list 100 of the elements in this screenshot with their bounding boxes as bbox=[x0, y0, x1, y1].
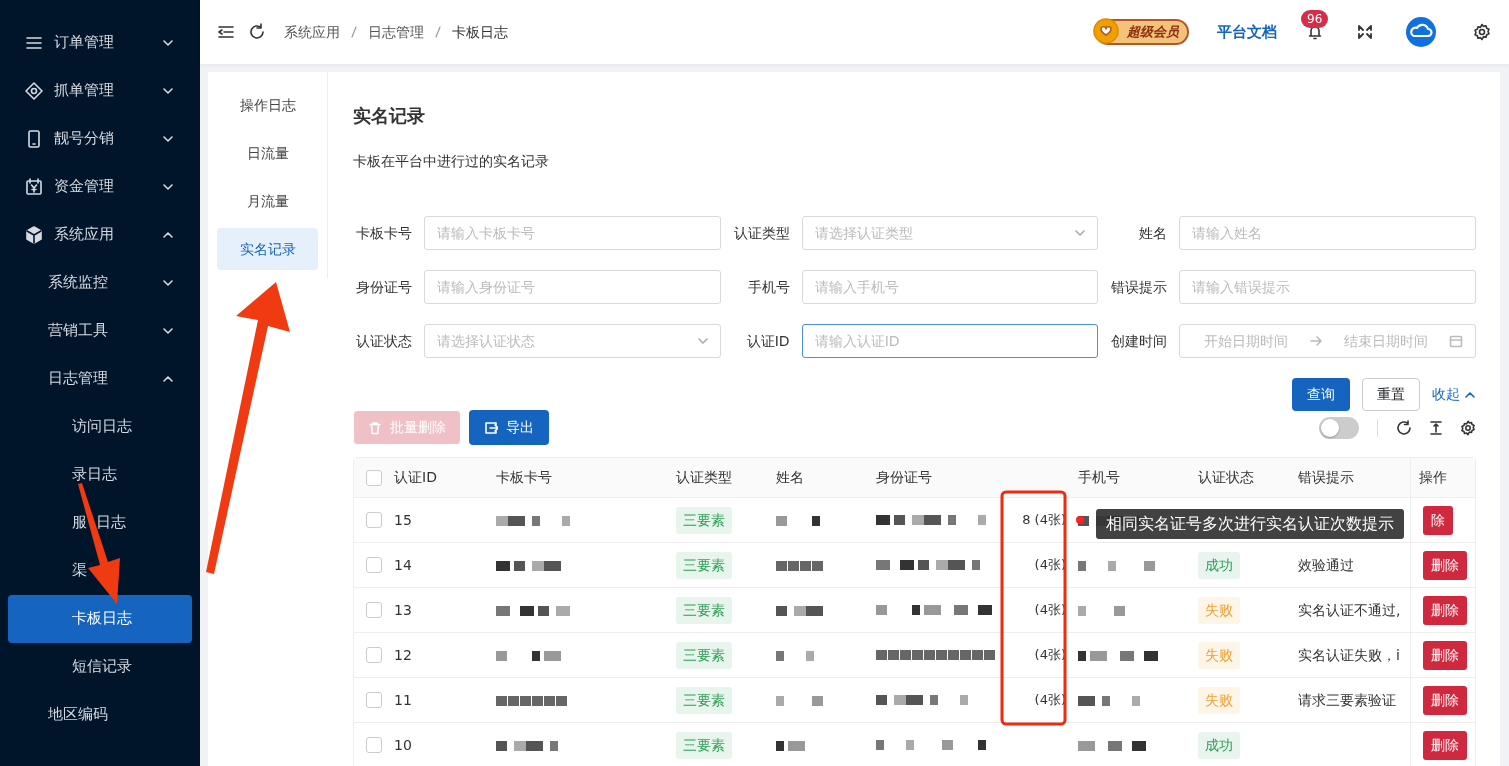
breadcrumb-separator-icon bbox=[350, 25, 358, 39]
table-cell: 效验通过 bbox=[1298, 556, 1354, 573]
settings-icon[interactable] bbox=[1473, 23, 1491, 41]
delete-button[interactable]: 删除 bbox=[1423, 595, 1467, 625]
sidebar-item[interactable]: 资金管理 bbox=[8, 163, 192, 211]
delete-button[interactable]: 删除 bbox=[1423, 550, 1467, 580]
notification-badge: 96 bbox=[1301, 10, 1329, 28]
cube-icon bbox=[24, 225, 44, 245]
row-checkbox[interactable] bbox=[366, 557, 382, 573]
table-cell: 实名认证失败，i bbox=[1298, 646, 1400, 663]
status-tag: 失败 bbox=[1198, 641, 1240, 669]
sidebar-item[interactable]: 靓号分销 bbox=[8, 115, 192, 163]
breadcrumb-item[interactable]: 系统应用 bbox=[284, 21, 340, 43]
row-checkbox[interactable] bbox=[366, 647, 382, 663]
status-tag: 成功 bbox=[1198, 731, 1240, 759]
docs-link[interactable]: 平台文档 bbox=[1217, 20, 1277, 44]
redaction-drawing bbox=[496, 695, 567, 706]
type-tag: 三要素 bbox=[676, 686, 732, 714]
page-title: 实名记录 bbox=[353, 104, 426, 128]
refresh-icon[interactable] bbox=[248, 23, 266, 41]
menu-fold-icon[interactable] bbox=[218, 24, 234, 40]
reset-button[interactable]: 重置 bbox=[1362, 378, 1420, 411]
redaction-drawing bbox=[1078, 695, 1140, 706]
sidebar-item[interactable]: 系统应用 bbox=[8, 211, 192, 259]
column-header: 手机号 bbox=[1078, 468, 1121, 487]
table-cell-text: 15 bbox=[394, 510, 413, 530]
sidebar-item[interactable]: 抓单管理 bbox=[8, 67, 192, 115]
toggle-switch[interactable] bbox=[1319, 416, 1359, 439]
sidebar-item[interactable]: 日志管理 bbox=[8, 355, 192, 403]
status-tag: 成功 bbox=[1198, 551, 1240, 579]
column-header: 身份证号 bbox=[876, 468, 933, 487]
tooltip: 相同实名证号多次进行实名认证次数提示 bbox=[1096, 509, 1404, 539]
field-label: 姓名 bbox=[1138, 223, 1169, 243]
delete-button[interactable]: 删除 bbox=[1423, 685, 1467, 715]
type-tag: 三要素 bbox=[676, 641, 732, 669]
redaction-drawing bbox=[776, 695, 823, 706]
breadcrumb-item[interactable]: 日志管理 bbox=[368, 21, 424, 43]
redaction-drawing bbox=[496, 560, 561, 571]
table-cell: 实名认证不通过, bbox=[1298, 601, 1401, 618]
redaction-drawing bbox=[496, 740, 558, 751]
column-height-icon[interactable] bbox=[1428, 419, 1444, 436]
sidebar-item[interactable]: 订单管理 bbox=[8, 19, 192, 67]
sidebar-item[interactable]: 录日志 bbox=[8, 451, 192, 499]
column-header: 认证ID bbox=[394, 468, 438, 487]
redaction-drawing bbox=[776, 515, 820, 526]
export-button[interactable]: 导出 bbox=[469, 410, 549, 445]
search-button[interactable]: 查询 bbox=[1292, 378, 1350, 411]
sidebar-item[interactable]: 访问日志 bbox=[8, 403, 192, 451]
fullscreen-icon[interactable] bbox=[1357, 24, 1373, 40]
input-field[interactable]: 请输入认证ID bbox=[801, 324, 1099, 358]
refresh-icon[interactable] bbox=[1396, 419, 1412, 436]
select-field[interactable]: 请选择认证状态 bbox=[424, 324, 721, 358]
tab[interactable]: 日流量 bbox=[217, 132, 318, 174]
sidebar-item[interactable]: 地区编码 bbox=[8, 691, 192, 739]
row-checkbox[interactable] bbox=[366, 737, 382, 753]
delete-button[interactable]: 除 bbox=[1423, 505, 1453, 535]
select-all-checkbox[interactable] bbox=[366, 469, 382, 486]
status-tag: 失败 bbox=[1198, 686, 1240, 714]
tab[interactable]: 实名记录 bbox=[217, 228, 318, 270]
cloud-avatar-icon[interactable] bbox=[1405, 16, 1437, 48]
breadcrumb-item: 卡板日志 bbox=[452, 22, 508, 42]
field-label: 卡板卡号 bbox=[355, 223, 413, 243]
table-cell: 请求三要素验证 bbox=[1298, 691, 1396, 708]
select-field[interactable]: 请选择认证类型 bbox=[801, 216, 1099, 250]
field-label: 手机号 bbox=[746, 277, 791, 297]
export-icon bbox=[484, 420, 498, 435]
row-checkbox[interactable] bbox=[366, 602, 382, 618]
delete-button[interactable]: 删除 bbox=[1423, 640, 1467, 670]
sidebar-item[interactable]: 营销工具 bbox=[8, 307, 192, 355]
column-header: 错误提示 bbox=[1298, 468, 1355, 487]
table-cell-text: 14 bbox=[394, 555, 413, 575]
column-header: 认证状态 bbox=[1198, 468, 1255, 487]
sidebar-item[interactable]: 卡板日志 bbox=[8, 595, 192, 643]
redaction-drawing bbox=[776, 740, 805, 751]
marker-dot bbox=[1076, 516, 1084, 524]
field-label: 认证ID bbox=[745, 331, 791, 351]
delete-button[interactable]: 删除 bbox=[1423, 730, 1467, 760]
type-tag: 三要素 bbox=[676, 506, 732, 534]
sidebar-item[interactable]: 渠 bbox=[8, 547, 192, 595]
diamond-icon bbox=[24, 81, 44, 101]
sidebar-item[interactable]: 短信记录 bbox=[8, 643, 192, 691]
collapse-link[interactable]: 收起 bbox=[1432, 384, 1476, 405]
trash-icon bbox=[368, 420, 382, 435]
tab[interactable]: 月流量 bbox=[217, 180, 318, 222]
type-tag: 三要素 bbox=[676, 551, 732, 579]
column-header: 卡板卡号 bbox=[496, 468, 553, 487]
settings-icon[interactable] bbox=[1460, 419, 1476, 436]
redaction-drawing bbox=[776, 560, 823, 571]
redaction-drawing bbox=[1078, 605, 1125, 616]
tab[interactable]: 操作日志 bbox=[217, 84, 318, 126]
table-cell-text: 12 bbox=[394, 645, 413, 665]
redaction-drawing bbox=[776, 650, 814, 661]
field-label: 身份证号 bbox=[355, 277, 413, 297]
row-checkbox[interactable] bbox=[366, 512, 382, 528]
sidebar-item[interactable]: 服 日志 bbox=[8, 499, 192, 547]
arrow-right-icon bbox=[1309, 334, 1324, 348]
field-label: 认证状态 bbox=[355, 331, 413, 351]
row-checkbox[interactable] bbox=[366, 692, 382, 708]
sidebar-item[interactable]: 系统监控 bbox=[8, 259, 192, 307]
field-label: 创建时间 bbox=[1110, 331, 1169, 351]
